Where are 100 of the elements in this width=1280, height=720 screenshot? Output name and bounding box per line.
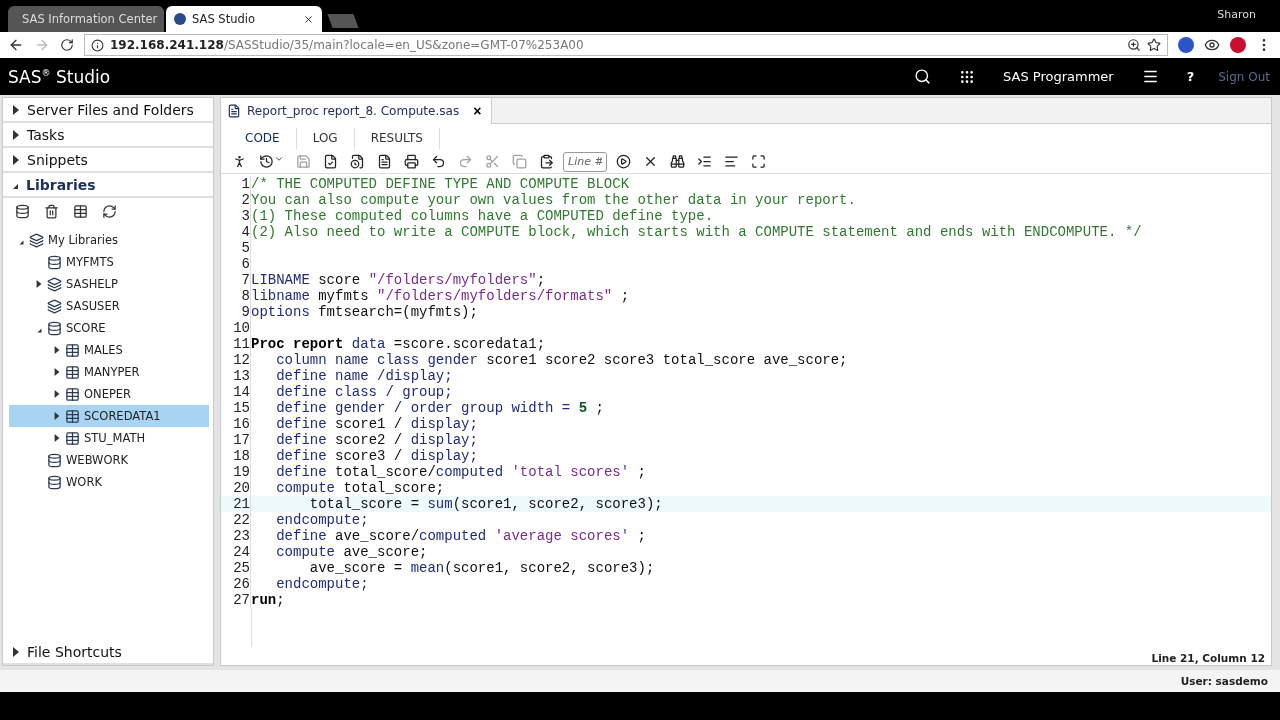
code-line: endcompute; [275,576,369,592]
library-tree-item[interactable]: MYFMTS [9,251,209,273]
library-tree-item[interactable]: WORK [9,471,209,493]
perspective-menu[interactable]: SAS Programmer [989,69,1128,84]
browser-tab[interactable]: SAS Information Center [8,6,164,32]
library-tree-item[interactable]: MALES [9,339,209,361]
line-number: 10 [221,320,251,336]
browser-tab[interactable]: SAS Studio [166,6,322,32]
view-tab[interactable]: LOG [296,128,355,150]
libraries-icon [29,232,44,248]
library-tree-item[interactable]: SASHELP [9,273,209,295]
line-number: 7 [221,272,251,288]
extension-icon[interactable] [1178,37,1194,53]
line-number: 25 [221,560,251,576]
line-number: 21 [221,496,251,512]
code-line: total_score = sum(score1, score2, score3); [308,496,663,512]
line-number: 14 [221,384,251,400]
collapsed-arrow-icon[interactable] [54,390,60,398]
collapsed-arrow-icon[interactable] [54,368,60,376]
library-tree-item[interactable]: ONEPER [9,383,209,405]
line-number: 22 [221,512,251,528]
zoom-icon[interactable] [1127,38,1141,52]
table-icon [65,386,80,402]
code-line: LIBNAME score "/folders/myfolders"; [251,272,546,288]
app-title: SAS$^{®}$ Studio [8,66,112,87]
code-line: compute total_score; [275,480,445,496]
sign-out-link[interactable]: Sign Out [1218,69,1270,84]
line-number: 19 [221,464,251,480]
back-icon[interactable] [8,37,24,53]
file-tab[interactable]: Report_proc report_8. Compute.sas × [221,98,493,124]
code-line: column name class gender score1 score2 score3 total_score ave_score; [275,352,848,368]
history-icon[interactable] [259,154,274,169]
collapsed-arrow-icon[interactable] [54,434,60,442]
library-tree-item[interactable]: SCOREDATA1 [9,405,209,427]
line-number: 26 [221,576,251,592]
expanded-arrow-icon[interactable] [37,328,41,332]
line-number: 11 [221,336,251,352]
line-number: 4 [221,224,251,240]
library-icon [47,452,62,468]
line-number: 16 [221,416,251,432]
refresh-icon[interactable] [102,204,117,219]
cursor-position: Line 21, Column 12 [1151,652,1265,664]
address-field[interactable]: 192.168.241.128/SASStudio/35/main?locale=en_US&zone=GMT-07%253A00 [84,34,1168,56]
close-button[interactable]: × [465,103,482,119]
library-tree-item[interactable]: STU_MATH [9,427,209,449]
eye-icon[interactable] [1204,37,1220,53]
line-number: 9 [221,304,251,320]
table-icon[interactable] [73,204,88,219]
menu-icon[interactable] [1141,68,1159,85]
view-tab[interactable]: RESULTS [354,128,440,150]
star-icon[interactable] [1147,38,1161,52]
code-line: compute ave_score; [275,544,428,560]
code-line: define score2 / display; [275,432,478,448]
code-line: define score3 / display; [275,448,478,464]
extension-icon[interactable] [1230,37,1246,53]
reload-icon[interactable] [60,38,74,52]
code-editor[interactable] [221,174,1271,647]
line-number: 23 [221,528,251,544]
library-tree-item[interactable]: SCORE [9,317,209,339]
code-line: /* THE COMPUTED DEFINE TYPE AND COMPUTE BLOCK [251,176,630,192]
library-tree-item[interactable]: WEBWORK [9,449,209,471]
line-number: 1 [221,176,251,192]
collapsed-arrow-icon[interactable] [54,346,60,354]
search-icon[interactable] [914,68,932,85]
line-number: 15 [221,400,251,416]
library-icon [47,254,62,270]
collapsed-arrow-icon[interactable] [54,412,60,420]
line-number: 18 [221,448,251,464]
line-number: 3 [221,208,251,224]
delete-icon[interactable] [44,204,59,219]
collapsed-arrow-icon[interactable] [36,280,42,288]
view-tab[interactable]: CODE [229,128,297,150]
line-number: 24 [221,544,251,560]
library-tree-item[interactable]: MANYPER [9,361,209,383]
libraries-icon [47,276,62,292]
site-icon [174,13,186,25]
close-icon[interactable] [303,13,314,25]
line-number: 8 [221,288,251,304]
expanded-arrow-icon[interactable] [19,240,23,244]
user-label: User: sasdemo [1180,675,1268,687]
library-icon [47,474,62,490]
help-button[interactable]: ? [1172,69,1209,84]
line-number: 13 [221,368,251,384]
code-line: options fmtsearch=(myfmts); [251,304,478,320]
caret-icon[interactable] [274,154,284,164]
code-line: endcompute; [275,512,369,528]
library-tree-item[interactable]: My Libraries [9,229,209,251]
line-number: 6 [221,256,251,272]
new-tab-button[interactable] [327,14,359,28]
code-line: define name /display; [275,368,453,384]
libraries-icon [47,298,62,314]
table-icon [65,342,80,358]
table-icon [65,430,80,446]
grid-icon[interactable] [959,68,976,85]
profile-name[interactable]: Sharon [1217,8,1256,21]
new-library-icon[interactable] [15,204,30,219]
line-number: 27 [221,592,251,608]
code-line: libname myfmts "/folders/myfolders/formats" ; [251,288,630,304]
info-icon [91,38,104,52]
library-tree-item[interactable]: SASUSER [9,295,209,317]
